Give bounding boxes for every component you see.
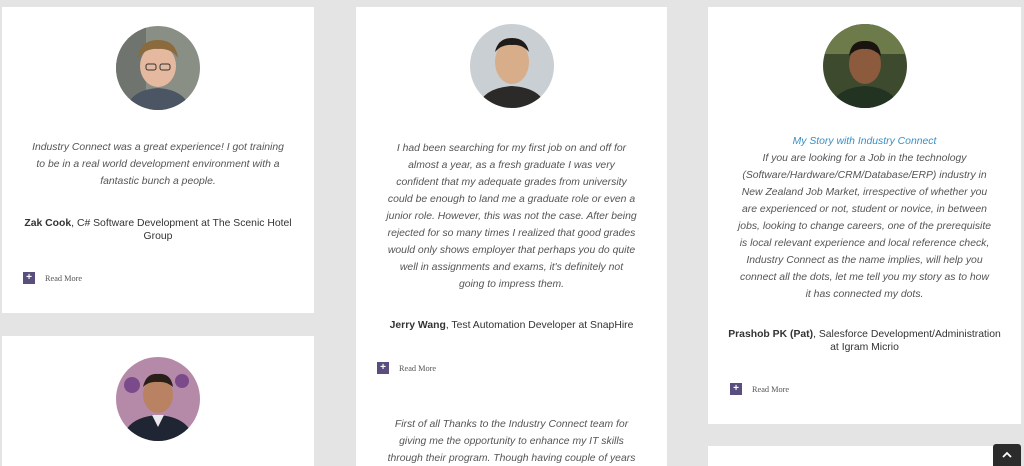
read-more-label: Read More [45,273,83,283]
avatar-jerry-wang [470,24,554,108]
plus-icon: + [23,272,35,284]
testimonial-quote: Industry Connect was a great experience!… [32,142,284,187]
read-more-button[interactable]: + Read More [23,272,82,284]
testimonial-quote: My Story with Industry Connect If you are… [738,133,991,303]
avatar-prashob-pk [823,24,907,108]
read-more-button[interactable]: + Read More [730,383,789,395]
read-more-label: Read More [399,363,437,373]
quote-text: If you are looking for a Job in the tech… [738,153,991,300]
author-name: Jerry Wang [389,320,446,331]
testimonial-quote-next: First of all Thanks to the Industry Conn… [387,419,636,464]
author-role: , Salesforce Development/Administration … [813,329,1001,353]
testimonial-card-zak: Industry Connect was a great experience!… [2,7,314,313]
author-role: , C# Software Development at The Scenic … [71,218,292,242]
author-role: , Test Automation Developer at SnapHire [445,320,634,331]
testimonial-card-partial-right [708,446,1021,466]
testimonial-author: Jerry Wang, Test Automation Developer at… [376,319,647,332]
testimonial-quote: I had been searching for my first job on… [386,143,637,290]
testimonial-card-prashob: My Story with Industry Connect If you are… [708,7,1021,424]
read-more-button[interactable]: + Read More [377,362,436,374]
testimonial-author: Zak Cook, C# Software Development at The… [22,217,294,243]
author-name: Zak Cook [24,218,72,229]
scroll-to-top-button[interactable] [993,444,1021,466]
story-title-link[interactable]: My Story with Industry Connect [738,133,991,150]
testimonial-card-partial-left [2,336,314,466]
author-name: Prashob PK (Pat) [728,329,814,340]
testimonial-author: Prashob PK (Pat), Salesforce Development… [728,328,1001,354]
chevron-up-icon [1002,451,1012,458]
plus-icon: + [377,362,389,374]
avatar-man-suit [116,357,200,441]
plus-icon: + [730,383,742,395]
read-more-label: Read More [752,384,790,394]
avatar-zak-cook [116,26,200,110]
testimonial-card-jerry: I had been searching for my first job on… [356,7,667,466]
